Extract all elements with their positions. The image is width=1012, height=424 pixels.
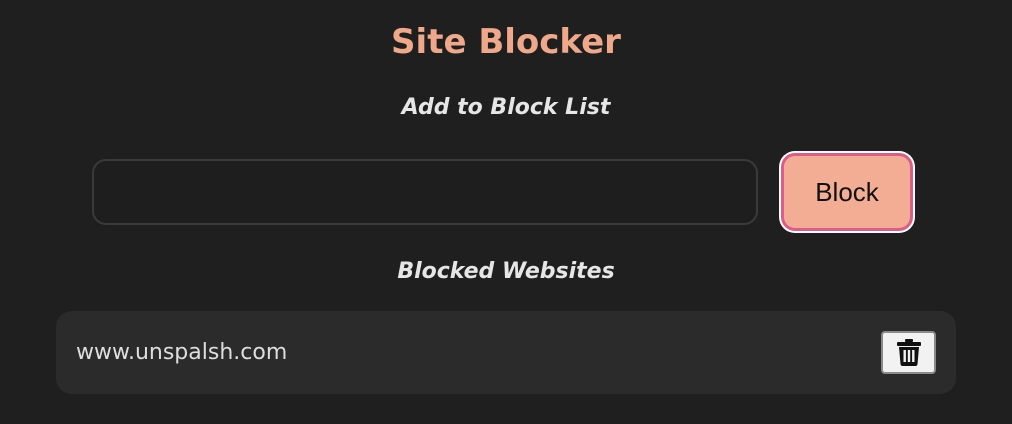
site-blocker-page: Site Blocker Add to Block List Block Blo… — [0, 0, 1012, 424]
add-to-block-list-heading: Add to Block List — [401, 95, 611, 120]
website-url-input[interactable] — [92, 159, 758, 225]
list-item: www.unspalsh.com — [56, 311, 956, 394]
delete-site-button[interactable] — [881, 331, 936, 374]
blocked-websites-heading: Blocked Websites — [397, 259, 615, 284]
block-button[interactable]: Block — [781, 153, 913, 231]
blocked-site-url: www.unspalsh.com — [76, 340, 288, 365]
blocked-websites-list: www.unspalsh.com — [56, 311, 956, 394]
trash-icon — [896, 339, 921, 366]
page-title: Site Blocker — [391, 22, 621, 62]
